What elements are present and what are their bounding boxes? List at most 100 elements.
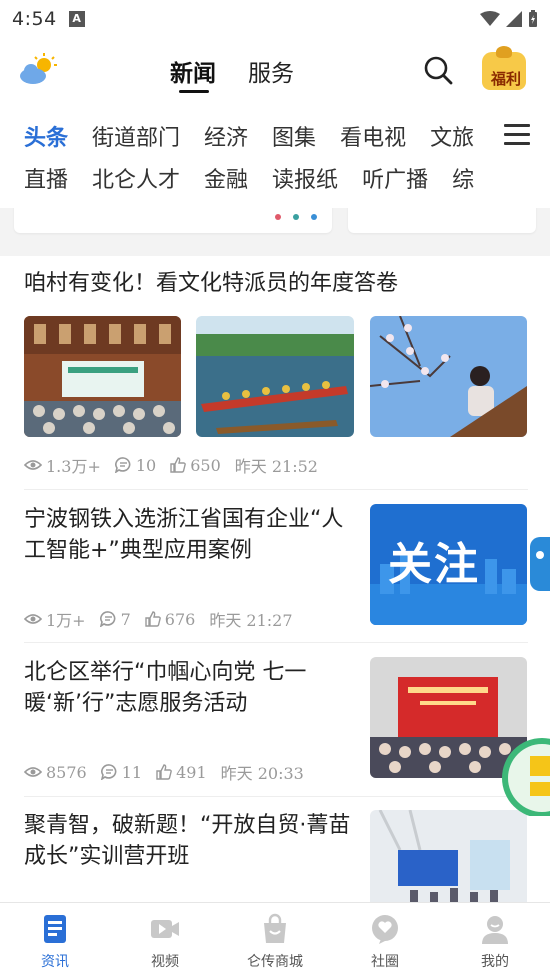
- welfare-label: 福利: [490, 70, 521, 88]
- thumbs-up-icon: [145, 611, 161, 627]
- battery-icon: [529, 10, 537, 27]
- eye-icon: [24, 460, 42, 470]
- tab-service[interactable]: 服务: [248, 54, 294, 88]
- category-culture-travel[interactable]: 文旅: [430, 120, 474, 152]
- category-street-dept[interactable]: 街道部门: [92, 120, 180, 152]
- category-headline[interactable]: 头条: [24, 120, 68, 152]
- divider: [24, 642, 528, 643]
- news-doc-icon: [44, 915, 66, 943]
- category-radio[interactable]: 听广播: [362, 162, 428, 194]
- notification-a-icon: A: [68, 11, 85, 27]
- publish-time: 昨天 20:33: [220, 764, 304, 783]
- nav-community[interactable]: 社圈: [330, 903, 440, 979]
- comments-count: 7: [99, 609, 131, 629]
- person-icon: [482, 916, 508, 944]
- status-right: [480, 10, 538, 28]
- thumbs-up-icon: [156, 764, 172, 780]
- comments-value: 10: [135, 455, 157, 475]
- article-item[interactable]: 咱村有变化！看文化特派员的年度答卷: [24, 268, 528, 299]
- floating-robot-badge[interactable]: [526, 533, 550, 619]
- likes-count: 491: [156, 763, 207, 782]
- chat-bubble-icon: [372, 915, 398, 944]
- service-card-left[interactable]: [14, 208, 332, 233]
- nav-profile[interactable]: 我的: [440, 903, 550, 979]
- news-feed: 咱村有变化！看文化特派员的年度答卷 1.3万+ 10 650 昨天 21:52 …: [0, 256, 550, 902]
- category-menu-icon[interactable]: [504, 124, 530, 146]
- views-count: 1万+: [24, 607, 86, 631]
- divider: [24, 796, 528, 797]
- article-item[interactable]: 宁波钢铁入选浙江省国有企业“人工智能+”典型应用案例: [24, 504, 358, 566]
- top-header: 新闻 服务 福利: [0, 38, 550, 102]
- comment-icon: [99, 611, 116, 627]
- category-row-2: 直播 北仑人才 金融 读报纸 听广播 综: [24, 162, 498, 194]
- nav-mall-label: 仑传商城: [247, 954, 303, 970]
- category-newspaper[interactable]: 读报纸: [272, 162, 338, 194]
- weather-partly-cloudy-icon[interactable]: [18, 52, 58, 86]
- category-gallery[interactable]: 图集: [272, 120, 316, 152]
- article-title[interactable]: 咱村有变化！看文化特派员的年度答卷: [24, 268, 528, 299]
- category-economy[interactable]: 经济: [204, 120, 248, 152]
- likes-value: 650: [190, 455, 221, 475]
- top-cards: [0, 208, 550, 252]
- article-meta: 8576 11 491 昨天 20:33: [24, 760, 318, 784]
- status-time: 4:54: [12, 8, 57, 30]
- article-title[interactable]: 北仑区举行“巾帼心向党 七一暖‘新’行”志愿服务活动: [24, 657, 358, 719]
- nav-video[interactable]: 视频: [110, 903, 220, 979]
- article-image[interactable]: [370, 810, 527, 902]
- likes-value: 676: [164, 609, 196, 629]
- nav-mall[interactable]: 仑传商城: [220, 903, 330, 979]
- shopping-bag-icon: [264, 913, 286, 943]
- article-image[interactable]: 关注: [370, 504, 527, 625]
- publish-time: 昨天 21:27: [209, 611, 293, 630]
- video-icon: [151, 920, 179, 938]
- category-row-1: 头条 街道部门 经济 图集 看电视 文旅: [24, 120, 498, 152]
- tab-news-indicator: [179, 90, 209, 93]
- nav-news[interactable]: 资讯: [0, 903, 110, 979]
- category-live[interactable]: 直播: [24, 162, 68, 194]
- nav-video-label: 视频: [151, 954, 179, 970]
- likes-count: 676: [145, 609, 196, 629]
- gift-bag-knot: [496, 46, 512, 58]
- category-finance[interactable]: 金融: [204, 162, 248, 194]
- service-card-right[interactable]: [348, 208, 536, 233]
- signal-icon: [506, 11, 522, 27]
- tab-news[interactable]: 新闻: [170, 54, 216, 88]
- divider: [24, 489, 528, 490]
- floating-qa-badge[interactable]: [500, 736, 550, 818]
- comment-icon: [100, 764, 117, 780]
- views-value: 1.3万+: [46, 457, 101, 476]
- category-tv[interactable]: 看电视: [340, 120, 406, 152]
- eye-icon: [24, 767, 42, 777]
- comment-icon: [114, 457, 131, 473]
- views-count: 8576: [24, 763, 87, 782]
- thumbs-up-icon: [170, 457, 187, 473]
- article-meta: 1.3万+ 10 650 昨天 21:52: [24, 453, 332, 477]
- welfare-button[interactable]: 福利: [478, 46, 532, 94]
- article-item[interactable]: 聚青智，破新题！“开放自贸·菁苗成长”实训营开班: [24, 810, 358, 872]
- bottom-nav: 资讯 视频 仑传商城 社圈 我的: [0, 902, 550, 979]
- views-value: 1万+: [46, 611, 86, 630]
- search-icon[interactable]: [422, 54, 454, 86]
- nav-profile-label: 我的: [481, 954, 509, 970]
- article-image[interactable]: [24, 316, 181, 437]
- views-value: 8576: [46, 762, 87, 782]
- likes-count: 650: [170, 456, 221, 475]
- article-title[interactable]: 聚青智，破新题！“开放自贸·菁苗成长”实训营开班: [24, 810, 358, 872]
- article-image[interactable]: [196, 316, 354, 437]
- status-bar: 4:54 A: [0, 0, 550, 38]
- carousel-dots: [275, 214, 317, 220]
- eye-icon: [24, 614, 42, 624]
- comments-count: 11: [100, 762, 143, 782]
- comments-value: 7: [120, 609, 131, 629]
- comments-count: 10: [114, 455, 157, 475]
- article-title[interactable]: 宁波钢铁入选浙江省国有企业“人工智能+”典型应用案例: [24, 504, 358, 566]
- nav-community-label: 社圈: [371, 954, 399, 970]
- category-fade: [470, 108, 550, 208]
- category-talent[interactable]: 北仑人才: [92, 162, 180, 194]
- nav-news-label: 资讯: [41, 954, 69, 970]
- article-thumb-text: 关注: [388, 539, 480, 590]
- article-item[interactable]: 北仑区举行“巾帼心向党 七一暖‘新’行”志愿服务活动: [24, 657, 358, 719]
- views-count: 1.3万+: [24, 453, 101, 477]
- article-image[interactable]: [370, 316, 527, 437]
- comments-value: 11: [121, 762, 143, 782]
